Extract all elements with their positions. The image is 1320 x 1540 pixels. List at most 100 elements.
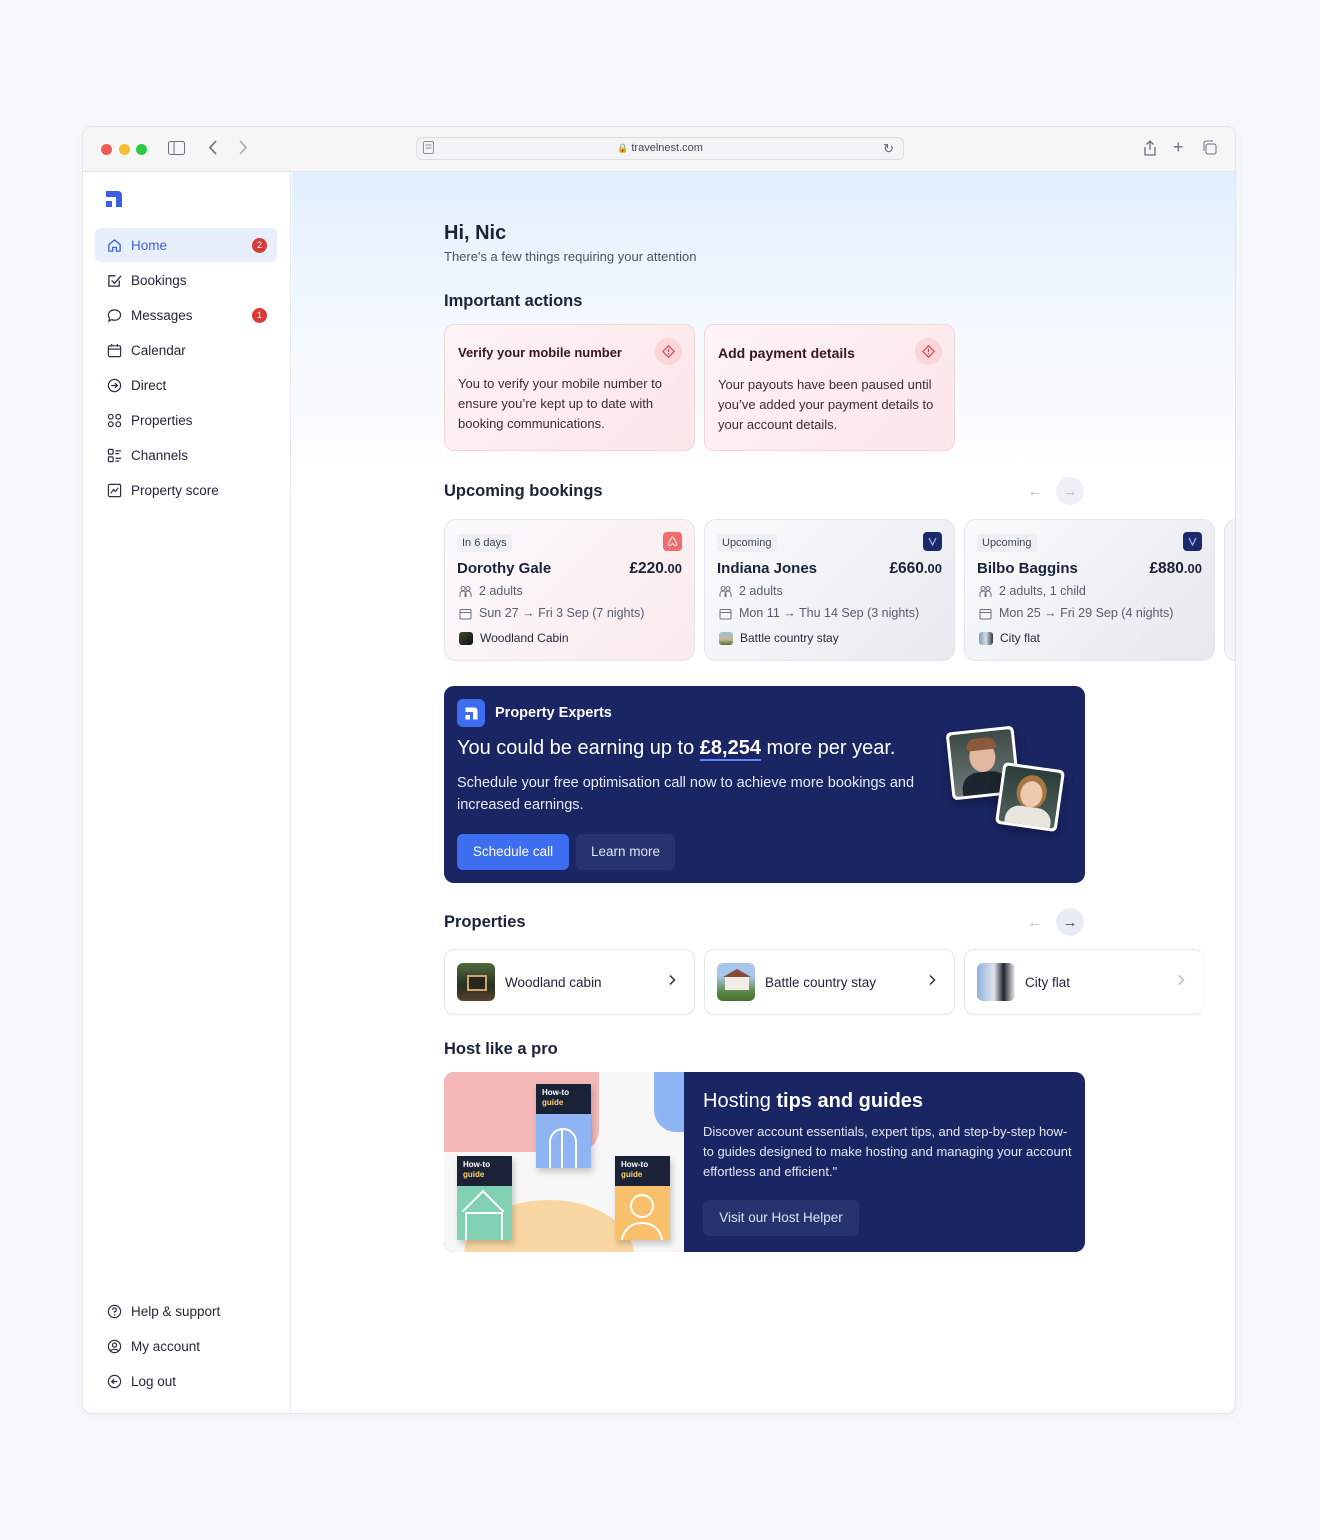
property-photo [717,963,755,1001]
book-label: guide [542,1098,564,1107]
page-subtitle: There's a few things requiring your atte… [444,249,697,264]
property-name: Woodland Cabin [480,631,569,645]
property-name: City flat [1025,974,1071,990]
booking-card-peek [1224,519,1235,661]
booking-property: Battle country stay [719,631,839,645]
property-experts-banner: Property Experts You could be earning up… [444,686,1085,883]
booking-card[interactable]: Upcoming Bilbo Baggins £880.00 2 adults,… [964,519,1215,661]
book-label: guide [463,1170,485,1179]
book-label: guide [621,1170,643,1179]
sidebar-item-label: Properties [131,412,193,428]
guide-book-icon: How-to guide [615,1156,670,1240]
sidebar-item-properties[interactable]: Properties [95,403,277,437]
action-card-body: Your payouts have been paused until you’… [718,377,934,432]
guest-name: Bilbo Baggins [977,560,1078,577]
promo-brand: Property Experts [495,705,612,721]
bookings-next-button[interactable]: → [1056,477,1084,505]
sidebar-item-label: Bookings [131,272,187,288]
property-photo [457,963,495,1001]
guides-illustration: How-to guide How-to guide How-to guide [444,1072,684,1252]
property-card-battle-country-stay[interactable]: Battle country stay [704,949,955,1015]
property-thumbnail [459,631,473,645]
sidebar-item-label: Property score [131,482,219,498]
booking-price: £220.00 [629,560,682,578]
properties-prev-button[interactable]: ← [1021,908,1049,936]
learn-more-button[interactable]: Learn more [576,834,675,870]
guests-icon [719,585,732,597]
vrbo-icon [1183,532,1202,551]
properties-next-button[interactable]: → [1056,908,1084,936]
sidebar-item-label: Log out [131,1373,177,1389]
minimize-window-button[interactable] [119,144,130,155]
price-amount: £220 [629,560,664,577]
calendar-icon [459,608,472,619]
promo-headline-text: You could be earning up to [457,737,700,759]
browser-window: 🔒 travelnest.com ↻ + Home 2 Bookings Mes… [82,126,1236,1414]
new-tab-icon[interactable]: + [1173,138,1184,156]
account-icon [107,1339,122,1353]
booking-card[interactable]: In 6 days Dorothy Gale £220.00 2 adults … [444,519,695,661]
guest-count: 2 adults [719,584,783,598]
close-window-button[interactable] [101,144,112,155]
address-bar[interactable]: 🔒 travelnest.com ↻ [416,137,904,160]
arrow-circle-icon [107,378,122,392]
travelnest-logo[interactable] [104,189,124,209]
bookings-prev-button[interactable]: ← [1021,477,1049,505]
sidebar-toggle-icon[interactable] [168,141,185,159]
sidebar-item-channels[interactable]: Channels [95,438,277,472]
lock-icon: 🔒 [617,143,629,153]
booking-price: £660.00 [889,560,942,578]
vrbo-icon [923,532,942,551]
action-card-payment-details[interactable]: Add payment details Your payouts have be… [704,324,955,451]
guests-icon [979,585,992,597]
sidebar-item-label: Direct [131,377,167,393]
back-icon[interactable] [208,140,218,159]
property-name: Battle country stay [765,974,877,990]
home-icon [108,238,121,252]
sidebar-item-bookings[interactable]: Bookings [95,263,277,297]
sidebar-item-property-score[interactable]: Property score [95,473,277,507]
maximize-window-button[interactable] [136,144,147,155]
upcoming-bookings-heading: Upcoming bookings [444,482,603,500]
schedule-call-button[interactable]: Schedule call [457,834,569,870]
calendar-icon [107,343,122,357]
action-card-title: Verify your mobile number [458,345,622,360]
hosting-guides-banner: How-to guide How-to guide How-to guide Host… [444,1072,1085,1252]
forward-icon[interactable] [238,140,248,159]
sidebar-item-logout[interactable]: Log out [95,1364,277,1398]
property-card-woodland-cabin[interactable]: Woodland cabin [444,949,695,1015]
guides-title: Hosting tips and guides [703,1090,923,1113]
browser-toolbar: 🔒 travelnest.com ↻ + [83,127,1235,172]
book-label: How-to [463,1160,491,1169]
visit-host-helper-button[interactable]: Visit our Host Helper [703,1200,859,1236]
sidebar-item-home[interactable]: Home 2 [95,228,277,262]
logout-icon [107,1374,122,1388]
booking-card[interactable]: Upcoming Indiana Jones £660.00 2 adults … [704,519,955,661]
sidebar-item-help[interactable]: Help & support [95,1294,277,1328]
sidebar-item-account[interactable]: My account [95,1329,277,1363]
sidebar-item-direct[interactable]: Direct [95,368,277,402]
booking-status-tag: In 6 days [457,534,512,552]
page-icon [423,141,434,162]
property-name: Woodland cabin [505,974,602,990]
action-card-verify-mobile[interactable]: Verify your mobile number You to verify … [444,324,695,451]
guides-body: Discover account essentials, expert tips… [703,1124,1072,1179]
price-cents: .00 [923,561,942,576]
warning-icon [655,338,682,365]
property-card-city-flat[interactable]: City flat [964,949,1204,1015]
reload-icon[interactable]: ↻ [883,138,894,159]
sidebar-item-calendar[interactable]: Calendar [95,333,277,367]
booking-status-tag: Upcoming [977,534,1037,552]
guide-book-icon: How-to guide [457,1156,512,1240]
tabs-overview-icon[interactable] [1202,140,1217,159]
sidebar-item-label: Channels [131,447,189,463]
promo-headline: You could be earning up to £8,254 more p… [457,737,895,761]
guides-title-light: Hosting [703,1090,777,1112]
booking-dates: Sun 27 → Fri 3 Sep (7 nights) [459,606,644,620]
property-name: Battle country stay [740,631,839,645]
sidebar-item-label: Calendar [131,342,186,358]
guide-book-icon: How-to guide [536,1084,591,1168]
share-icon[interactable] [1143,140,1157,160]
guest-count: 2 adults [459,584,523,598]
sidebar-item-messages[interactable]: Messages 1 [95,298,277,332]
